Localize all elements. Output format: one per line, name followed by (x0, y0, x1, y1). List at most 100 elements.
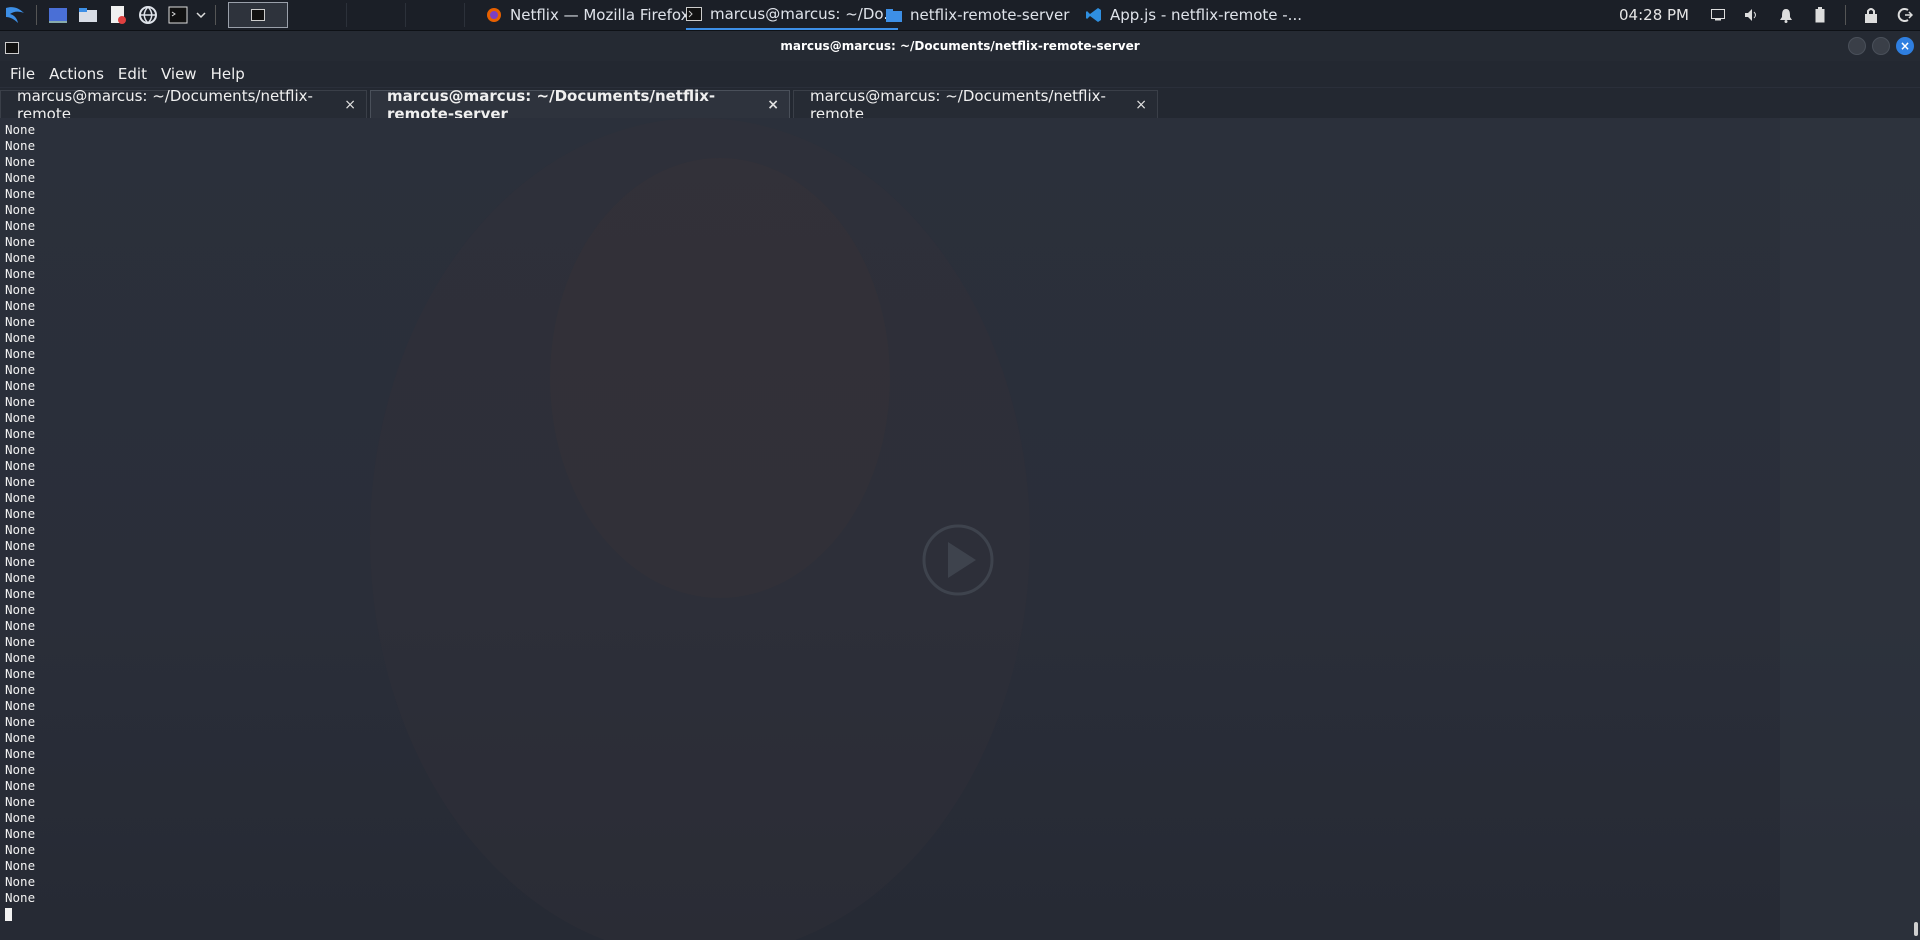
lock-icon[interactable] (1862, 6, 1880, 24)
terminal-line: None (5, 698, 36, 713)
terminal-line: None (5, 410, 36, 425)
tab-close-button[interactable]: × (1135, 97, 1147, 113)
clock[interactable]: 04:28 PM (1619, 6, 1689, 24)
taskbar-label: marcus@marcus: ~/Do... (710, 5, 898, 23)
taskbar-label: App.js - netflix-remote -... (1110, 6, 1302, 24)
menu-edit[interactable]: Edit (118, 65, 147, 83)
terminal-line: None (5, 890, 36, 905)
chevron-down-icon[interactable] (193, 0, 209, 30)
terminal-launcher-icon[interactable] (163, 0, 193, 30)
taskbar-item-firefox[interactable]: Netflix — Mozilla Firefox (486, 0, 689, 30)
menu-actions[interactable]: Actions (49, 65, 104, 83)
close-window-button[interactable]: × (1896, 37, 1914, 55)
terminal-line: None (5, 458, 36, 473)
taskbar-label: Netflix — Mozilla Firefox (510, 6, 690, 24)
terminal-line: None (5, 858, 36, 873)
window-title: marcus@marcus: ~/Documents/netflix-remot… (780, 39, 1140, 53)
desktop-icon[interactable] (43, 0, 73, 30)
menu-file[interactable]: File (10, 65, 35, 83)
terminal-line: None (5, 426, 36, 441)
terminal-line: None (5, 346, 36, 361)
terminal-line: None (5, 634, 36, 649)
volume-icon[interactable] (1743, 6, 1761, 24)
terminal-line: None (5, 602, 36, 617)
terminal-line: None (5, 794, 36, 809)
vscode-icon (1086, 8, 1101, 22)
tab-netflix-remote-2[interactable]: marcus@marcus: ~/Documents/netflix-remot… (793, 87, 1158, 123)
menu-view[interactable]: View (161, 65, 197, 83)
terminal-line: None (5, 314, 36, 329)
terminal-line: None (5, 298, 36, 313)
tab-close-button[interactable]: × (767, 97, 779, 113)
taskbar-label: netflix-remote-server (910, 6, 1070, 24)
terminal-line: None (5, 330, 36, 345)
terminal-line: None (5, 506, 36, 521)
terminal-line: None (5, 138, 36, 153)
tab-netflix-remote-server[interactable]: marcus@marcus: ~/Documents/netflix-remot… (370, 87, 790, 123)
minimize-button[interactable] (1848, 37, 1866, 55)
terminal-lines: None None None None None None None None None None… (5, 122, 35, 921)
terminal-line: None (5, 746, 36, 761)
terminal-line: None (5, 586, 36, 601)
window-titlebar[interactable]: marcus@marcus: ~/Documents/netflix-remot… (0, 31, 1920, 61)
terminal-line: None (5, 730, 36, 745)
menu-help[interactable]: Help (211, 65, 245, 83)
terminal-icon (686, 7, 702, 21)
taskbar-item-folder[interactable]: netflix-remote-server (886, 0, 1069, 30)
workspace-4[interactable] (406, 3, 465, 27)
firefox-icon (487, 8, 501, 22)
terminal-line: None (5, 570, 36, 585)
terminal-line: None (5, 618, 36, 633)
workspace-3[interactable] (347, 3, 406, 27)
text-editor-icon[interactable] (103, 0, 133, 30)
terminal-line: None (5, 778, 36, 793)
taskbar-item-terminal[interactable]: marcus@marcus: ~/Do... (686, 0, 898, 30)
terminal-icon[interactable] (5, 39, 19, 58)
terminal-line: None (5, 218, 36, 233)
terminal-line: None (5, 122, 36, 137)
terminal-line: None (5, 154, 36, 169)
workspace-1[interactable] (228, 2, 288, 28)
logout-icon[interactable] (1896, 6, 1914, 24)
terminal-line: None (5, 842, 36, 857)
browser-icon[interactable] (133, 0, 163, 30)
tab-bar: marcus@marcus: ~/Documents/netflix-remot… (0, 87, 1920, 123)
terminal-line: None (5, 362, 36, 377)
workspace-2[interactable] (288, 3, 347, 27)
maximize-button[interactable] (1872, 37, 1890, 55)
terminal-cursor (5, 908, 12, 921)
terminal-line: None (5, 874, 36, 889)
taskbar-item-vscode[interactable]: App.js - netflix-remote -... (1086, 0, 1302, 30)
terminal-line: None (5, 170, 36, 185)
kali-menu-icon[interactable] (0, 0, 30, 30)
tab-close-button[interactable]: × (344, 97, 356, 113)
terminal-line: None (5, 714, 36, 729)
terminal-line: None (5, 474, 36, 489)
terminal-line: None (5, 282, 36, 297)
terminal-line: None (5, 762, 36, 777)
terminal-line: None (5, 826, 36, 841)
terminal-line: None (5, 810, 36, 825)
battery-icon[interactable] (1811, 6, 1829, 24)
terminal-line: None (5, 442, 36, 457)
terminal-line: None (5, 490, 36, 505)
folder-icon (886, 9, 902, 22)
terminal-line: None (5, 650, 36, 665)
scrollbar[interactable] (1914, 922, 1918, 936)
notification-bell-icon[interactable] (1777, 6, 1795, 24)
terminal-icon (251, 9, 265, 21)
top-panel: Netflix — Mozilla Firefox marcus@marcus:… (0, 0, 1920, 31)
terminal-line: None (5, 682, 36, 697)
background-wallpaper (370, 118, 1920, 940)
tab-netflix-remote[interactable]: marcus@marcus: ~/Documents/netflix-remot… (0, 87, 367, 123)
terminal-line: None (5, 394, 36, 409)
terminal-line: None (5, 202, 36, 217)
display-icon[interactable] (1709, 6, 1727, 24)
terminal-line: None (5, 538, 36, 553)
terminal-line: None (5, 250, 36, 265)
terminal-line: None (5, 522, 36, 537)
terminal-line: None (5, 666, 36, 681)
terminal-line: None (5, 554, 36, 569)
terminal-output[interactable]: None None None None None None None None None None… (0, 118, 1920, 940)
file-manager-icon[interactable] (73, 0, 103, 30)
